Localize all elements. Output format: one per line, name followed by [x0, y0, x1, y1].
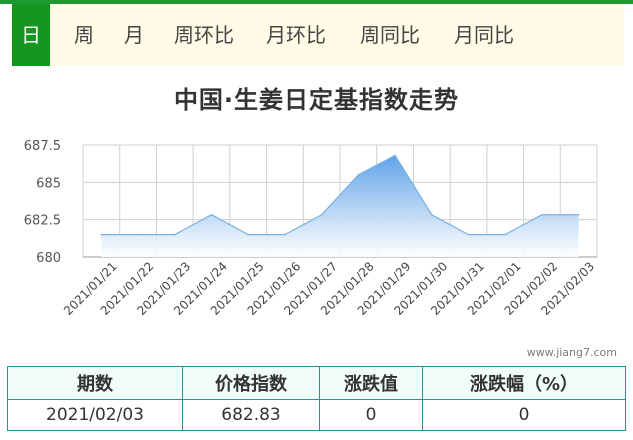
- data-point: [394, 154, 396, 157]
- index-trend-chart: 680 682.5 685 687.5 2021/01/212021/01/22202…: [24, 139, 598, 318]
- tab-week-mom[interactable]: 周环比: [170, 4, 238, 66]
- y-tick-label: 687.5: [24, 139, 61, 154]
- tab-month[interactable]: 月: [114, 4, 154, 66]
- tab-week[interactable]: 周: [64, 4, 104, 66]
- header-period: 期数: [7, 366, 183, 400]
- table-row: 2021/02/03 682.83 0 0: [7, 399, 626, 431]
- index-summary-table: 期数 价格指数 涨跌值 涨跌幅（%） 2021/02/03 682.83 0 0: [7, 366, 626, 431]
- data-point: [357, 174, 360, 176]
- period-tabs: 日 周 月 周环比 月环比 周同比 月同比: [12, 4, 624, 66]
- header-change-percent: 涨跌幅（%）: [422, 366, 626, 400]
- cell-change-value: 0: [319, 399, 423, 431]
- x-axis-ticks: 2021/01/212021/01/222021/01/232021/01/24…: [61, 259, 597, 318]
- cell-period: 2021/02/03: [7, 399, 183, 431]
- data-point: [137, 233, 139, 236]
- y-axis-ticks: 680 682.5 685 687.5: [24, 139, 61, 266]
- data-point: [504, 233, 507, 236]
- data-point: [320, 213, 323, 216]
- data-point: [430, 213, 433, 216]
- data-point: [210, 213, 213, 216]
- data-point: [541, 213, 543, 216]
- tab-month-yoy[interactable]: 月同比: [450, 4, 518, 66]
- header-price-index: 价格指数: [182, 366, 320, 400]
- table-header-row: 期数 价格指数 涨跌值 涨跌幅（%）: [7, 366, 626, 400]
- tab-day[interactable]: 日: [12, 4, 50, 66]
- data-point: [284, 233, 286, 236]
- data-point: [173, 233, 176, 236]
- site-watermark: www.jiang7.com: [526, 346, 617, 359]
- y-tick-label: 682.5: [24, 214, 61, 229]
- chart-title: 中国·生姜日定基指数走势: [173, 86, 460, 114]
- data-point: [577, 213, 580, 216]
- tab-week-yoy[interactable]: 周同比: [356, 4, 424, 66]
- data-point: [467, 233, 470, 236]
- y-tick-label: 680: [36, 251, 61, 266]
- cell-change-percent: 0: [422, 399, 626, 431]
- tab-month-mom[interactable]: 月环比: [262, 4, 330, 66]
- data-point: [247, 233, 250, 236]
- cell-price-index: 682.83: [182, 399, 320, 431]
- header-change-value: 涨跌值: [319, 366, 423, 400]
- y-tick-label: 685: [36, 176, 61, 191]
- data-point: [100, 233, 103, 236]
